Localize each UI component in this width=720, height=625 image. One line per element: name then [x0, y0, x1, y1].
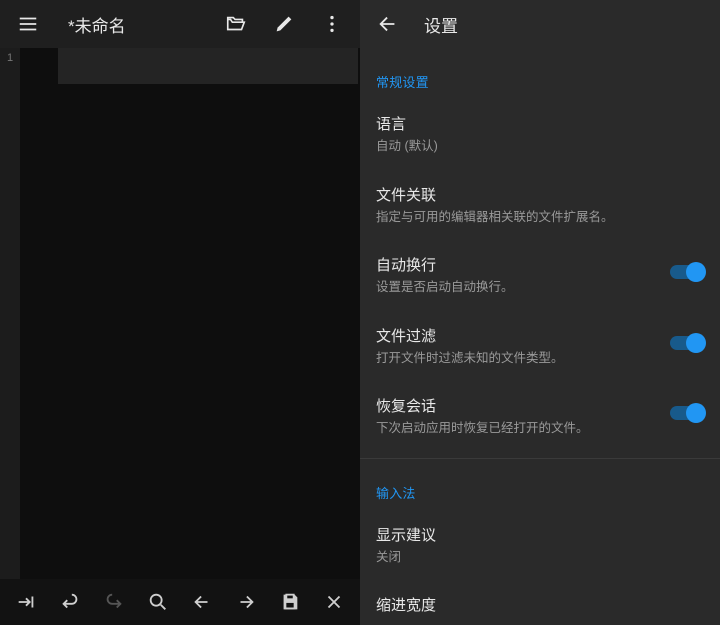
save-icon	[279, 591, 301, 613]
arrow-left-icon	[191, 591, 213, 613]
setting-subtitle: 关闭	[376, 549, 692, 567]
search-icon	[147, 591, 169, 613]
setting-title: 显示建议	[376, 524, 692, 545]
setting-title: 自动换行	[376, 254, 656, 275]
editor-panel: *未命名 1	[0, 0, 360, 625]
switch-thumb	[686, 333, 706, 353]
menu-button[interactable]	[8, 4, 48, 44]
setting-title: 文件关联	[376, 184, 692, 205]
save-button[interactable]	[272, 582, 308, 622]
settings-title: 设置	[408, 12, 458, 37]
dots-vertical-icon	[321, 13, 343, 35]
prev-button[interactable]	[184, 582, 220, 622]
setting-title: 语言	[376, 113, 692, 134]
setting-show-suggestions[interactable]: 显示建议 关闭	[360, 510, 720, 581]
setting-title: 缩进宽度	[376, 594, 692, 615]
current-line-highlight	[58, 48, 358, 84]
section-ime-label: 输入法	[360, 459, 720, 510]
setting-subtitle: 打开文件时过滤未知的文件类型。	[376, 350, 656, 368]
switch-thumb	[686, 262, 706, 282]
text-surface[interactable]	[20, 48, 360, 579]
folder-open-icon	[225, 13, 247, 35]
setting-title: 恢复会话	[376, 395, 656, 416]
editor-bottom-toolbar	[0, 579, 360, 625]
setting-word-wrap[interactable]: 自动换行 设置是否启动自动换行。	[360, 240, 720, 311]
line-number: 1	[0, 52, 20, 64]
line-gutter: 1	[0, 48, 20, 579]
next-button[interactable]	[228, 582, 264, 622]
setting-title: 文件过滤	[376, 325, 656, 346]
editor-area[interactable]: 1	[0, 48, 360, 579]
document-title: *未命名	[56, 12, 208, 37]
toggle-switch[interactable]	[668, 262, 704, 282]
close-button[interactable]	[316, 582, 352, 622]
tab-indent-button[interactable]	[8, 582, 44, 622]
redo-button[interactable]	[96, 582, 132, 622]
setting-subtitle: 设置是否启动自动换行。	[376, 279, 656, 297]
open-file-button[interactable]	[216, 4, 256, 44]
hamburger-icon	[17, 13, 39, 35]
section-general-label: 常规设置	[360, 48, 720, 99]
setting-subtitle: 下次启动应用时恢复已经打开的文件。	[376, 420, 656, 438]
arrow-back-icon	[377, 13, 399, 35]
setting-subtitle: 自动 (默认)	[376, 138, 692, 156]
search-button[interactable]	[140, 582, 176, 622]
edit-button[interactable]	[264, 4, 304, 44]
setting-file-association[interactable]: 文件关联 指定与可用的编辑器相关联的文件扩展名。	[360, 170, 720, 241]
undo-button[interactable]	[52, 582, 88, 622]
tab-arrow-icon	[15, 591, 37, 613]
settings-toolbar: 设置	[360, 0, 720, 48]
back-button[interactable]	[368, 4, 408, 44]
overflow-button[interactable]	[312, 4, 352, 44]
setting-indent-width[interactable]: 缩进宽度	[360, 580, 720, 625]
close-icon	[323, 591, 345, 613]
toggle-switch[interactable]	[668, 333, 704, 353]
setting-subtitle: 指定与可用的编辑器相关联的文件扩展名。	[376, 209, 692, 227]
setting-language[interactable]: 语言 自动 (默认)	[360, 99, 720, 170]
setting-restore-session[interactable]: 恢复会话 下次启动应用时恢复已经打开的文件。	[360, 381, 720, 452]
redo-icon	[103, 591, 125, 613]
setting-file-filter[interactable]: 文件过滤 打开文件时过滤未知的文件类型。	[360, 311, 720, 382]
arrow-right-icon	[235, 591, 257, 613]
editor-toolbar: *未命名	[0, 0, 360, 48]
switch-thumb	[686, 403, 706, 423]
undo-icon	[59, 591, 81, 613]
toggle-switch[interactable]	[668, 403, 704, 423]
settings-panel: 设置 常规设置 语言 自动 (默认) 文件关联 指定与可用的编辑器相关联的文件扩…	[360, 0, 720, 625]
pencil-icon	[273, 13, 295, 35]
settings-content[interactable]: 常规设置 语言 自动 (默认) 文件关联 指定与可用的编辑器相关联的文件扩展名。…	[360, 48, 720, 625]
